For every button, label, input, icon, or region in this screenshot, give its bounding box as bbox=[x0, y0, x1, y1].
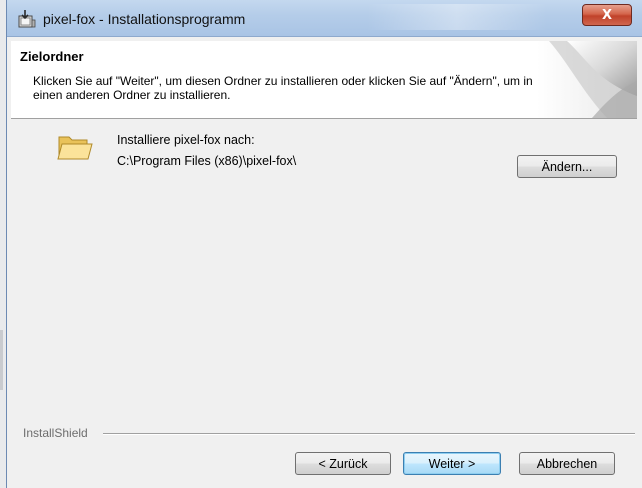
header-banner: Zielordner Klicken Sie auf "Weiter", um … bbox=[11, 41, 637, 119]
installer-box-icon bbox=[18, 10, 36, 28]
separator-line bbox=[103, 433, 635, 435]
install-path-value: C:\Program Files (x86)\pixel-fox\ bbox=[117, 154, 297, 168]
installshield-brand: InstallShield bbox=[23, 426, 92, 440]
change-folder-button[interactable]: Ändern... bbox=[517, 155, 617, 178]
cancel-button[interactable]: Abbrechen bbox=[519, 452, 615, 475]
banner-title: Zielordner bbox=[20, 49, 84, 64]
window-title: pixel-fox - Installationsprogramm bbox=[43, 11, 246, 27]
title-bar[interactable]: pixel-fox - Installationsprogramm X bbox=[7, 0, 642, 37]
close-button[interactable]: X bbox=[582, 4, 632, 26]
folder-icon bbox=[57, 136, 93, 160]
title-bar-glare bbox=[367, 4, 547, 30]
installer-window: pixel-fox - Installationsprogramm X Ziel… bbox=[6, 0, 642, 488]
close-icon: X bbox=[601, 7, 613, 23]
installshield-separator: InstallShield bbox=[15, 426, 635, 440]
background-shadow bbox=[0, 330, 3, 390]
banner-description: Klicken Sie auf "Weiter", um diesen Ordn… bbox=[33, 74, 533, 102]
install-destination-label: Installiere pixel-fox nach: bbox=[117, 133, 255, 147]
page-curl-graphic bbox=[537, 41, 637, 118]
next-button[interactable]: Weiter > bbox=[403, 452, 501, 475]
back-button[interactable]: < Zurück bbox=[295, 452, 391, 475]
